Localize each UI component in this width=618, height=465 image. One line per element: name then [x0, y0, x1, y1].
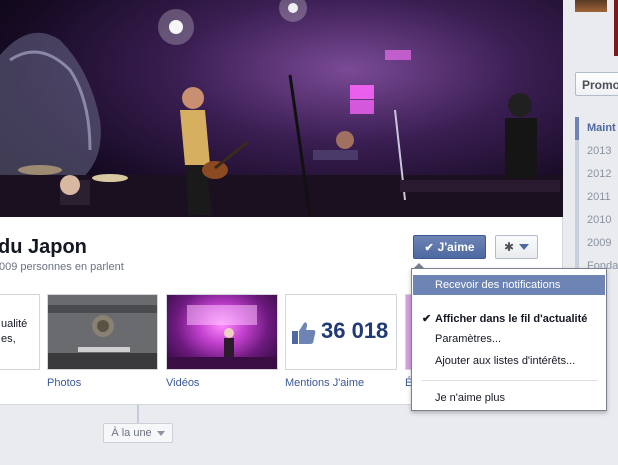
- menu-item-label: Ajouter aux listes d'intérêts...: [435, 355, 576, 367]
- year-nav-item[interactable]: 2012: [575, 163, 618, 186]
- page-title: du Japon: [0, 236, 87, 258]
- timeline-year-nav: Maint 2013 2012 2011 2010 2009 Fonda: [575, 117, 618, 278]
- cover-photo[interactable]: [0, 0, 563, 217]
- building-thumbnail: [48, 295, 157, 369]
- concert-stage-image: [0, 0, 563, 217]
- year-nav-item[interactable]: 2010: [575, 209, 618, 232]
- about-text-line: ualité: [1, 318, 28, 330]
- thumbs-up-icon: [292, 322, 316, 344]
- gear-menu-button[interactable]: ✱: [495, 235, 538, 259]
- likes-label[interactable]: Mentions J'aime: [285, 377, 364, 389]
- talking-about-count: 009 personnes en parlent: [0, 261, 124, 273]
- highlights-filter-button[interactable]: À la une: [103, 423, 173, 443]
- highlights-filter-label: À la une: [111, 427, 152, 439]
- menu-item-notifications[interactable]: Recevoir des notifications: [413, 275, 605, 295]
- likes-tile[interactable]: 36 018: [285, 294, 397, 370]
- concert-thumbnail: [167, 305, 277, 369]
- side-thumbnail[interactable]: [614, 0, 618, 56]
- year-nav-item[interactable]: 2011: [575, 186, 618, 209]
- menu-item-show-in-feed[interactable]: ✔ Afficher dans le fil d'actualité: [413, 309, 605, 329]
- menu-item-label: Paramètres...: [435, 333, 502, 345]
- about-text-line: es,: [1, 333, 16, 345]
- likes-count: 36 018: [321, 318, 389, 343]
- videos-tile[interactable]: [166, 294, 278, 370]
- year-nav-item[interactable]: Maint: [575, 117, 618, 140]
- about-tile[interactable]: ualité es,: [0, 294, 40, 370]
- videos-label[interactable]: Vidéos: [166, 377, 199, 389]
- menu-item-label: Afficher dans le fil d'actualité: [435, 313, 588, 325]
- chevron-down-icon: [156, 430, 165, 436]
- like-button-label: J'aime: [437, 240, 475, 254]
- chevron-down-icon: [519, 244, 530, 250]
- menu-item-label: Recevoir des notifications: [435, 279, 561, 291]
- promote-button[interactable]: Promo: [575, 72, 618, 96]
- menu-item-settings[interactable]: Paramètres...: [413, 329, 605, 349]
- menu-item-add-to-lists[interactable]: Ajouter aux listes d'intérêts...: [413, 351, 605, 371]
- checkmark-icon: ✔: [422, 313, 432, 325]
- menu-item-label: Je n'aime plus: [435, 392, 505, 404]
- gear-icon: ✱: [503, 240, 515, 254]
- checkmark-icon: ✔: [424, 241, 434, 254]
- menu-divider: [422, 380, 598, 381]
- profile-thumbnail[interactable]: [575, 0, 607, 12]
- timeline-connector: [137, 405, 139, 424]
- photos-label[interactable]: Photos: [47, 377, 81, 389]
- year-nav-item[interactable]: 2013: [575, 140, 618, 163]
- like-options-menu: Recevoir des notifications ✔ Afficher da…: [411, 268, 607, 411]
- like-button[interactable]: ✔ J'aime: [413, 235, 486, 259]
- photos-tile[interactable]: [47, 294, 158, 370]
- year-nav-item[interactable]: 2009: [575, 232, 618, 255]
- menu-item-unlike[interactable]: Je n'aime plus: [413, 388, 605, 408]
